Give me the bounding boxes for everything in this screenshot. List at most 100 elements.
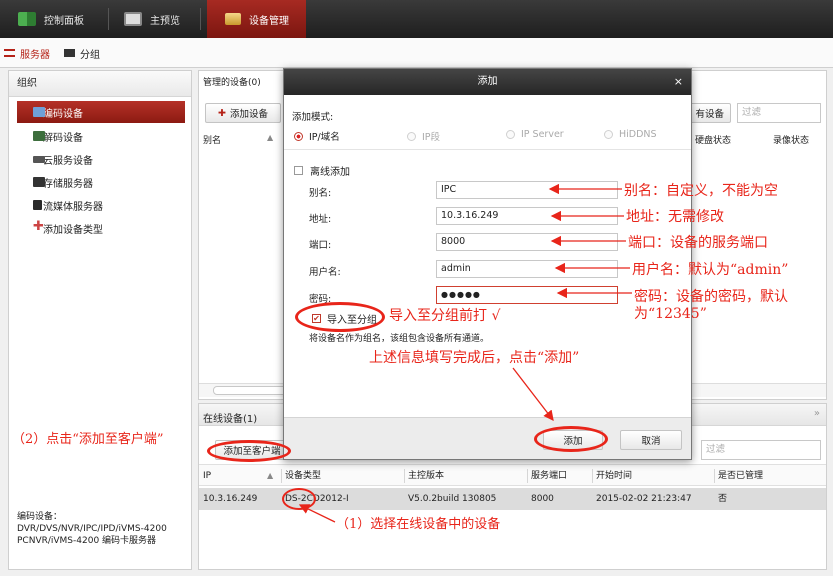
- plus-icon: ✚: [33, 219, 44, 234]
- mode-label: IP/域名: [309, 132, 340, 143]
- cell-port: 8000: [531, 494, 554, 504]
- mode-ip-domain-radio[interactable]: IP/域名: [294, 129, 340, 143]
- tab-main-preview[interactable]: 主预览: [124, 0, 180, 38]
- device-management-icon: [225, 13, 241, 25]
- note-line: 编码设备：: [17, 512, 63, 522]
- dialog-cancel-button[interactable]: 取消: [620, 430, 682, 450]
- mode-ip-segment-radio[interactable]: IP段: [407, 129, 440, 143]
- server-list-icon: [4, 49, 15, 57]
- encoder-icon: [33, 107, 45, 117]
- annotation-password-2: 为“12345”: [634, 306, 707, 322]
- group-icon: [64, 49, 75, 57]
- top-navigation-bar: 控制面板 主预览 设备管理: [0, 0, 833, 38]
- column-divider: [281, 469, 282, 483]
- sidebar-item-label: 存储服务器: [43, 178, 93, 190]
- mode-label: HiDDNS: [619, 129, 657, 140]
- tab-device-management-label: 设备管理: [249, 15, 289, 27]
- port-label: 端口:: [309, 240, 332, 251]
- username-input[interactable]: admin: [436, 260, 618, 278]
- cancel-button-label: 取消: [641, 436, 661, 447]
- mode-label: IP Server: [521, 129, 564, 140]
- sidebar-item-encoder[interactable]: 编码设备: [17, 101, 185, 123]
- annotation-username: 用户名：默认为“admin”: [632, 262, 789, 278]
- cell-firmware: V5.0.2build 130805: [408, 494, 497, 504]
- sidebar-item-cloud-device[interactable]: 云服务设备: [17, 148, 185, 170]
- annotation-import: 导入至分组前打 √: [389, 308, 501, 324]
- offline-add-label: 离线添加: [310, 167, 350, 178]
- username-label: 用户名:: [309, 267, 341, 278]
- annotation-step2: （2）点击“添加至客户端”: [12, 432, 164, 447]
- import-highlight-circle: [295, 302, 385, 332]
- radio-icon: [294, 131, 303, 141]
- tab-control-panel[interactable]: 控制面板: [18, 0, 84, 38]
- add-client-highlight-circle: [207, 440, 291, 462]
- column-managed[interactable]: 是否已管理: [718, 465, 763, 487]
- column-ip[interactable]: IP: [203, 465, 211, 487]
- sidebar-item-add-device-type[interactable]: ✚ 添加设备类型: [17, 217, 185, 239]
- tab-group[interactable]: 分组: [64, 38, 100, 68]
- dialog-title-bar: 添加 ×: [284, 69, 691, 95]
- close-icon[interactable]: ×: [674, 69, 683, 95]
- cloud-device-icon: [33, 156, 45, 163]
- online-table-header: IP ▲ 设备类型 主控版本 服务端口 开始时间 是否已管理: [199, 464, 826, 486]
- annotation-step1: （1）选择在线设备中的设备: [336, 517, 501, 532]
- add-mode-label: 添加模式:: [292, 112, 334, 123]
- sidebar-item-label: 添加设备类型: [43, 224, 103, 236]
- collapse-icon[interactable]: »: [814, 408, 820, 419]
- cell-ip: 10.3.16.249: [203, 494, 258, 504]
- tab-divider: [200, 8, 201, 30]
- sidebar-item-storage-server[interactable]: 存储服务器: [17, 171, 185, 193]
- mode-hiddns-radio[interactable]: HiDDNS: [604, 129, 657, 140]
- annotation-address: 地址：无需修改: [626, 209, 724, 225]
- dialog-title: 添加: [477, 76, 498, 87]
- alias-input[interactable]: IPC: [436, 181, 618, 199]
- decoder-icon: [33, 131, 45, 141]
- port-input[interactable]: 8000: [436, 233, 618, 251]
- address-label: 地址:: [309, 214, 332, 225]
- dialog-footer: 添加 取消: [284, 417, 691, 459]
- managed-filter-input[interactable]: 过滤: [737, 103, 821, 123]
- sidebar-item-decoder[interactable]: 解码设备: [17, 125, 185, 147]
- sidebar-item-stream-server[interactable]: 流媒体服务器: [17, 194, 185, 216]
- online-filter-input[interactable]: 过滤: [701, 440, 821, 460]
- column-record-status[interactable]: 录像状态: [773, 133, 809, 146]
- dialog-divider: [284, 149, 691, 150]
- sidebar-item-label: 解码设备: [43, 132, 83, 144]
- online-devices-title: 在线设备(1): [203, 414, 258, 425]
- note-line: PCNVR/iVMS-4200 编码卡服务器: [17, 536, 157, 546]
- tab-device-management[interactable]: 设备管理: [207, 0, 306, 38]
- radio-icon: [506, 130, 515, 139]
- column-disk-status[interactable]: 硬盘状态: [695, 133, 731, 146]
- cell-managed: 否: [718, 494, 728, 504]
- device-row-highlight-circle: [282, 488, 316, 510]
- column-divider: [592, 469, 593, 483]
- checkbox-icon: [294, 166, 303, 175]
- column-device-type[interactable]: 设备类型: [285, 465, 321, 487]
- preview-icon: [124, 12, 142, 26]
- offline-add-checkbox[interactable]: 离线添加: [294, 163, 350, 178]
- column-start-time[interactable]: 开始时间: [596, 465, 632, 487]
- plus-icon: ✚: [218, 107, 226, 119]
- online-device-label: 有设备: [695, 109, 724, 120]
- column-firmware[interactable]: 主控版本: [408, 465, 444, 487]
- column-port[interactable]: 服务端口: [531, 465, 567, 487]
- mode-ip-server-radio[interactable]: IP Server: [506, 129, 564, 140]
- sub-tab-bar: 服务器 分组: [0, 38, 833, 68]
- cell-start-time: 2015-02-02 21:23:47: [596, 494, 692, 504]
- stream-server-icon: [33, 200, 42, 210]
- radio-icon: [407, 131, 416, 141]
- address-input[interactable]: 10.3.16.249: [436, 207, 618, 225]
- organization-panel: 组织 编码设备 解码设备 云服务设备 存储服务器 流媒体服务器 ✚ 添加设备类型…: [8, 70, 192, 570]
- import-note: 将设备名作为组名，该组包含设备所有通道。: [309, 334, 490, 344]
- sidebar-item-label: 编码设备: [43, 108, 83, 120]
- column-alias[interactable]: 别名: [203, 133, 221, 146]
- tab-server[interactable]: 服务器: [4, 38, 50, 68]
- tab-server-label: 服务器: [20, 49, 50, 61]
- alias-label: 别名:: [309, 188, 332, 199]
- password-input[interactable]: ●●●●●: [436, 286, 618, 304]
- tab-group-label: 分组: [80, 49, 100, 61]
- radio-icon: [604, 130, 613, 139]
- annotation-alias: 别名：自定义，不能为空: [624, 183, 778, 199]
- organization-header: 组织: [9, 71, 191, 97]
- add-device-button[interactable]: ✚ 添加设备: [205, 103, 281, 123]
